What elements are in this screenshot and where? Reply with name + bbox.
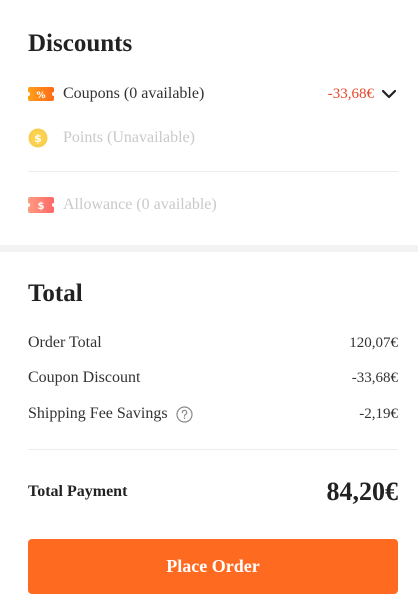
coupon-discount-row: Coupon Discount -33,68€ <box>28 367 398 389</box>
order-total-amount: 120,07€ <box>349 334 398 351</box>
coupon-discount-amount: -33,68€ <box>351 369 398 386</box>
total-payment-amount: 84,20€ <box>326 477 399 506</box>
shipping-fee-savings-row: Shipping Fee Savings -2,19€ <box>28 403 398 425</box>
divider <box>28 171 398 172</box>
place-order-button[interactable]: Place Order <box>28 539 398 594</box>
total-payment-row: Total Payment 84,20€ <box>28 477 398 507</box>
points-row: $ Points (Unavailable) <box>28 126 398 150</box>
svg-text:$: $ <box>34 132 42 145</box>
coin-icon: $ <box>28 128 54 148</box>
coupon-discount-label: Coupon Discount <box>28 369 141 386</box>
discounts-title: Discounts <box>28 30 133 57</box>
svg-text:$: $ <box>38 201 45 212</box>
total-title: Total <box>28 280 83 307</box>
allowance-row: $ Allowance (0 available) <box>28 193 398 217</box>
discounts-section: Discounts % Coupons (0 available) -33,68… <box>0 0 418 245</box>
svg-text:%: % <box>36 91 45 101</box>
allowance-label: Allowance (0 available) <box>63 196 217 213</box>
total-payment-label: Total Payment <box>28 483 128 500</box>
chevron-down-icon[interactable] <box>380 85 398 103</box>
divider <box>28 449 398 450</box>
total-section: Total Order Total 120,07€ Coupon Discoun… <box>0 252 418 600</box>
coupons-row[interactable]: % Coupons (0 available) -33,68€ <box>28 82 398 106</box>
coupon-percent-icon: % <box>28 85 54 103</box>
question-circle-icon[interactable] <box>175 405 193 423</box>
coupons-discount-value: -33,68€ <box>327 85 374 102</box>
shipping-fee-savings-label: Shipping Fee Savings <box>28 405 168 422</box>
points-label: Points (Unavailable) <box>63 129 195 146</box>
coupons-label: Coupons (0 available) <box>63 85 205 102</box>
order-total-row: Order Total 120,07€ <box>28 332 398 354</box>
allowance-ticket-icon: $ <box>28 196 54 214</box>
shipping-fee-savings-amount: -2,19€ <box>359 405 398 422</box>
order-total-label: Order Total <box>28 334 102 351</box>
